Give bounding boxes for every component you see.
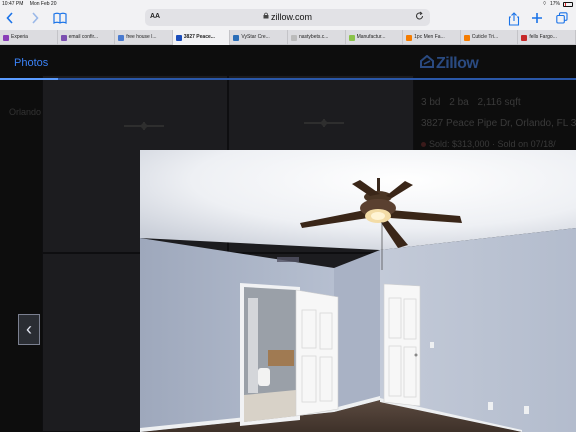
lock-icon xyxy=(263,12,269,21)
tab-label: Manufactur... xyxy=(356,34,386,40)
tab-photos[interactable]: Photos xyxy=(14,57,48,69)
tab-favicon-icon xyxy=(521,34,528,41)
side-label: Orlando xyxy=(9,107,42,117)
ceiling-fan-icon xyxy=(304,119,344,127)
status-bar: 10:47 PM Mon Feb 20 ⌔ 17% xyxy=(0,0,576,8)
safari-toolbar: AA zillow.com xyxy=(0,8,576,30)
book-icon[interactable] xyxy=(52,12,68,26)
tab-favicon-icon xyxy=(290,34,297,41)
wifi-icon: ⌔ xyxy=(542,1,547,7)
tab-label: email confir... xyxy=(68,34,99,40)
browser-tab[interactable]: nastybets.c... xyxy=(288,30,346,45)
browser-tab[interactable]: email confir... xyxy=(58,30,116,45)
tab-label: Cuticle Tri... xyxy=(471,34,499,40)
zillow-house-icon xyxy=(420,55,434,68)
share-icon[interactable] xyxy=(507,12,521,26)
baths: 2 ba xyxy=(449,97,469,108)
tab-favicon-icon xyxy=(118,34,125,41)
tab-label: 3827 Peace... xyxy=(183,34,215,40)
tab-label: free house l... xyxy=(126,34,157,40)
sqft: 2,116 sqft xyxy=(477,97,521,108)
chevron-left-icon[interactable] xyxy=(4,12,16,26)
tab-favicon-icon xyxy=(463,34,470,41)
status-time: 10:47 PM xyxy=(2,1,24,7)
tab-label: VyStar Cre... xyxy=(241,34,270,40)
battery-icon xyxy=(563,1,573,7)
tab-favicon-icon xyxy=(60,34,67,41)
tab-favicon-icon xyxy=(233,34,240,41)
address-bar[interactable]: AA zillow.com xyxy=(145,9,430,26)
previous-photo-button[interactable]: ‹ xyxy=(18,314,40,345)
tab-label: Experia xyxy=(11,34,28,40)
browser-tab[interactable]: 3827 Peace... xyxy=(172,30,231,45)
tab-label: 1pc Men Fa... xyxy=(414,34,445,40)
chevron-right-icon[interactable] xyxy=(29,12,41,26)
browser-tab[interactable]: Experia xyxy=(0,30,58,45)
tab-favicon-icon xyxy=(348,34,355,41)
status-date: Mon Feb 20 xyxy=(29,1,57,7)
reload-icon[interactable] xyxy=(415,11,424,23)
browser-tab[interactable]: Manufactur... xyxy=(346,30,404,45)
tabs-icon[interactable] xyxy=(555,12,569,26)
browser-tab[interactable]: VyStar Cre... xyxy=(230,30,288,45)
tab-label: fells Fargo... xyxy=(529,34,557,40)
address: 3827 Peace Pipe Dr, Orlando, FL 3 xyxy=(421,118,576,129)
room-photo[interactable] xyxy=(140,150,576,432)
sold-status: Sold: $313,000 · Sold on 07/18/ xyxy=(421,139,556,149)
tab-favicon-icon xyxy=(406,34,413,41)
tab-indicator xyxy=(0,78,576,80)
browser-tab[interactable]: fells Fargo... xyxy=(518,30,576,45)
browser-tab[interactable]: 1pc Men Fa... xyxy=(403,30,461,45)
url-text[interactable]: zillow.com xyxy=(271,12,312,22)
beds: 3 bd xyxy=(421,97,441,108)
browser-tab[interactable]: Cuticle Tri... xyxy=(461,30,519,45)
plus-icon[interactable] xyxy=(530,12,544,26)
tab-label: nastybets.c... xyxy=(298,34,329,40)
text-size-button[interactable]: AA xyxy=(150,13,160,20)
tab-favicon-icon xyxy=(175,34,182,41)
status-dot xyxy=(421,142,426,147)
browser-tab[interactable]: free house l... xyxy=(115,30,173,45)
home-facts: 3 bd 2 ba 2,116 sqft xyxy=(421,97,527,108)
zillow-logo[interactable]: Zillow xyxy=(420,55,479,73)
tab-strip: Experia email confir... free house l... 382… xyxy=(0,30,576,45)
browser-window: 10:47 PM Mon Feb 20 ⌔ 17% AA zillow.com xyxy=(0,0,576,432)
tab-favicon-icon xyxy=(3,34,9,41)
battery-percent: 17% xyxy=(549,1,560,7)
ceiling-fan-icon xyxy=(124,122,164,130)
chevron-left-icon: ‹ xyxy=(26,319,32,339)
